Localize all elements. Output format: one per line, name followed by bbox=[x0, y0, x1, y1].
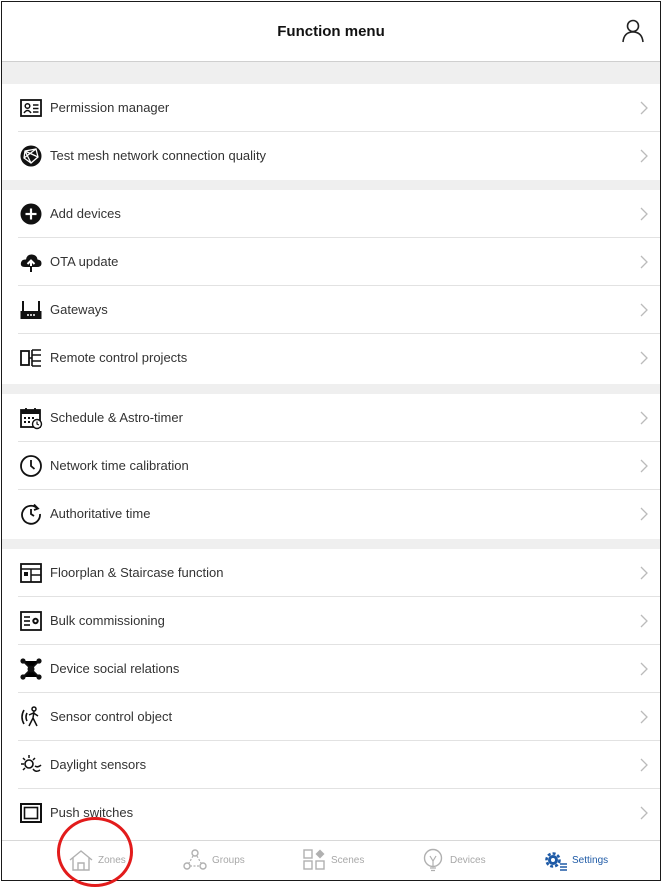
menu-item-label: Gateways bbox=[50, 302, 108, 317]
tab-label: Settings bbox=[572, 855, 609, 866]
gateway-icon bbox=[20, 301, 42, 319]
clock-icon bbox=[20, 455, 42, 477]
menu-item-bulk-commissioning[interactable]: Bulk commissioning bbox=[2, 597, 660, 645]
settings-gear-icon bbox=[545, 852, 567, 871]
chevron-right-icon bbox=[640, 149, 648, 163]
menu-item-label: Permission manager bbox=[50, 100, 170, 115]
menu-item-label: Sensor control object bbox=[50, 709, 173, 724]
groups-icon bbox=[183, 849, 207, 870]
menu-item-label: Schedule & Astro-timer bbox=[50, 410, 183, 425]
network-nodes-icon bbox=[20, 658, 42, 680]
time-sync-icon bbox=[21, 503, 41, 525]
menu-item-device-social-relations[interactable]: Device social relations bbox=[2, 645, 660, 693]
section-gap bbox=[2, 539, 660, 549]
menu-item-schedule-astro-timer[interactable]: Schedule & Astro-timer bbox=[2, 394, 660, 442]
menu-item-label: OTA update bbox=[50, 254, 119, 269]
chevron-right-icon bbox=[640, 351, 648, 365]
menu-item-label: Test mesh network connection quality bbox=[50, 148, 267, 163]
bulk-settings-icon bbox=[20, 611, 42, 631]
tab-label: Zones bbox=[98, 855, 126, 866]
motion-sensor-icon bbox=[21, 706, 39, 727]
tab-label: Devices bbox=[450, 855, 486, 866]
chevron-right-icon bbox=[640, 101, 648, 115]
menu-item-label: Floorplan & Staircase function bbox=[50, 565, 224, 580]
page-title: Function menu bbox=[277, 23, 385, 40]
cloud-upload-icon bbox=[20, 254, 42, 272]
scenes-icon bbox=[303, 849, 325, 870]
section-gap bbox=[2, 384, 660, 394]
menu-item-label: Add devices bbox=[50, 206, 121, 221]
menu-item-label: Push switches bbox=[50, 805, 134, 820]
tab-settings[interactable]: Settings bbox=[542, 841, 622, 880]
push-switch-icon bbox=[20, 803, 42, 823]
tab-zones[interactable]: Zones bbox=[68, 841, 132, 880]
sun-icon bbox=[21, 755, 42, 773]
menu-item-remote-control-projects[interactable]: Remote control projects bbox=[2, 334, 660, 382]
tab-scenes[interactable]: Scenes bbox=[301, 841, 371, 880]
chevron-right-icon bbox=[640, 207, 648, 221]
menu-item-permission-manager[interactable]: Permission manager bbox=[2, 84, 660, 132]
chevron-right-icon bbox=[640, 303, 648, 317]
app-window: Function menu Permission manager Test me… bbox=[1, 1, 661, 881]
section-gap bbox=[2, 180, 660, 190]
chevron-right-icon bbox=[640, 411, 648, 425]
tab-groups[interactable]: Groups bbox=[182, 841, 252, 880]
section-gap bbox=[2, 62, 660, 84]
chevron-right-icon bbox=[640, 806, 648, 820]
user-icon[interactable] bbox=[620, 18, 646, 44]
menu-item-gateways[interactable]: Gateways bbox=[2, 286, 660, 334]
mesh-globe-icon bbox=[20, 145, 42, 167]
menu-item-label: Device social relations bbox=[50, 661, 180, 676]
bottom-tab-bar: Zones Groups Scenes Devices Settings bbox=[2, 840, 660, 880]
calendar-clock-icon bbox=[20, 408, 43, 430]
tab-devices[interactable]: Devices bbox=[420, 841, 492, 880]
home-icon bbox=[69, 850, 93, 871]
header-bar: Function menu bbox=[2, 2, 660, 62]
menu-item-label: Authoritative time bbox=[50, 506, 151, 521]
menu-item-add-devices[interactable]: Add devices bbox=[2, 190, 660, 238]
menu-item-label: Network time calibration bbox=[50, 458, 189, 473]
menu-item-label: Bulk commissioning bbox=[50, 613, 165, 628]
tab-label: Scenes bbox=[331, 855, 365, 866]
chevron-right-icon bbox=[640, 255, 648, 269]
chevron-right-icon bbox=[640, 566, 648, 580]
chevron-right-icon bbox=[640, 507, 648, 521]
menu-item-label: Daylight sensors bbox=[50, 757, 147, 772]
menu-item-authoritative-time[interactable]: Authoritative time bbox=[2, 490, 660, 538]
bulb-icon bbox=[423, 848, 443, 872]
floorplan-icon bbox=[20, 563, 42, 583]
id-card-icon bbox=[20, 99, 42, 117]
add-circle-icon bbox=[20, 203, 42, 225]
menu-item-ota-update[interactable]: OTA update bbox=[2, 238, 660, 286]
chevron-right-icon bbox=[640, 710, 648, 724]
chevron-right-icon bbox=[640, 758, 648, 772]
remote-project-icon bbox=[20, 349, 41, 367]
menu-item-network-time-calibration[interactable]: Network time calibration bbox=[2, 442, 660, 490]
tab-label: Groups bbox=[212, 855, 245, 866]
chevron-right-icon bbox=[640, 662, 648, 676]
menu-item-floorplan-staircase[interactable]: Floorplan & Staircase function bbox=[2, 549, 660, 597]
menu-item-push-switches[interactable]: Push switches bbox=[2, 789, 660, 837]
menu-item-daylight-sensors[interactable]: Daylight sensors bbox=[2, 741, 660, 789]
chevron-right-icon bbox=[640, 614, 648, 628]
menu-item-label: Remote control projects bbox=[50, 350, 188, 365]
menu-item-sensor-control-object[interactable]: Sensor control object bbox=[2, 693, 660, 741]
menu-item-test-mesh[interactable]: Test mesh network connection quality bbox=[2, 132, 660, 180]
chevron-right-icon bbox=[640, 459, 648, 473]
